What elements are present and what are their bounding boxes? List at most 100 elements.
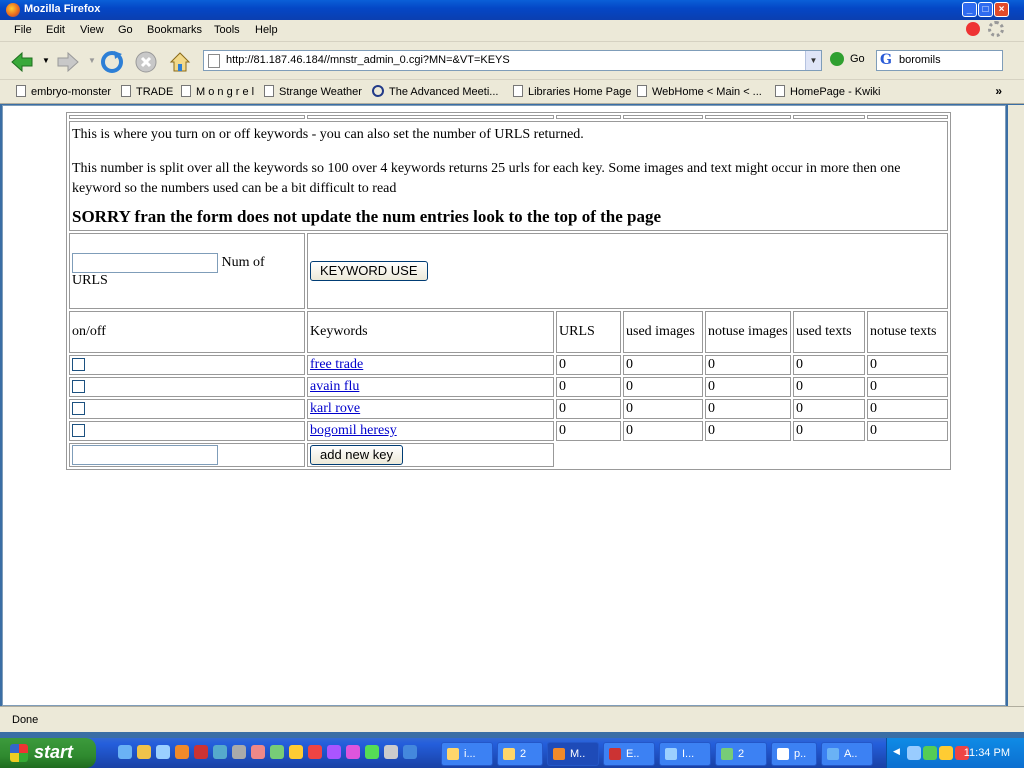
keyword-link[interactable]: avain flu bbox=[310, 379, 359, 394]
menu-view[interactable]: View bbox=[80, 24, 104, 36]
keyword-checkbox[interactable] bbox=[72, 380, 85, 394]
quicklaunch-app-icon[interactable] bbox=[194, 745, 208, 759]
taskbar-button[interactable]: M.. bbox=[547, 742, 599, 766]
quicklaunch-app-icon[interactable] bbox=[213, 745, 227, 759]
forward-dropdown-icon[interactable]: ▼ bbox=[88, 56, 96, 65]
system-tray: ◀ 11:34 PM bbox=[886, 738, 1024, 768]
clock: 11:34 PM bbox=[963, 747, 1010, 759]
bookmark-item[interactable]: The Advanced Meeti... bbox=[372, 85, 498, 98]
num-urls-input[interactable] bbox=[72, 253, 218, 273]
start-button[interactable]: start bbox=[0, 738, 96, 768]
window-title: Mozilla Firefox bbox=[24, 3, 101, 15]
tray-network-icon[interactable] bbox=[907, 746, 921, 760]
quicklaunch-firefox-icon[interactable] bbox=[175, 745, 189, 759]
menu-go[interactable]: Go bbox=[118, 24, 133, 36]
url-dropdown-icon[interactable]: ▼ bbox=[805, 51, 821, 70]
tray-app-icon[interactable] bbox=[923, 746, 937, 760]
spacer-cell bbox=[793, 115, 865, 119]
add-key-row: add new key bbox=[69, 443, 948, 467]
tray-app-icon[interactable] bbox=[939, 746, 953, 760]
quicklaunch-app-icon[interactable] bbox=[308, 745, 322, 759]
quicklaunch-app-icon[interactable] bbox=[251, 745, 265, 759]
reload-icon[interactable] bbox=[100, 50, 124, 74]
menu-help[interactable]: Help bbox=[255, 24, 278, 36]
bookmark-item[interactable]: TRADE bbox=[121, 85, 173, 98]
bookmarks-overflow-chevron-icon[interactable]: » bbox=[995, 84, 1002, 98]
urls-cell: 0 bbox=[556, 399, 621, 419]
maximize-button[interactable]: □ bbox=[978, 2, 993, 17]
table-row: avain flu 0 0 0 0 0 bbox=[69, 377, 948, 397]
keyword-checkbox[interactable] bbox=[72, 424, 85, 438]
vertical-scrollbar[interactable] bbox=[1008, 105, 1024, 706]
menu-edit[interactable]: Edit bbox=[46, 24, 65, 36]
bookmark-item[interactable]: Libraries Home Page bbox=[513, 85, 631, 98]
notuse-images-cell: 0 bbox=[705, 421, 791, 441]
taskbar-button[interactable]: 2 bbox=[497, 742, 543, 766]
bookmark-item[interactable]: embryo-monster bbox=[16, 85, 111, 98]
forward-arrow-icon[interactable] bbox=[56, 50, 80, 74]
url-bar[interactable]: http://81.187.46.184//mnstr_admin_0.cgi?… bbox=[203, 50, 822, 71]
taskbar-button[interactable]: p.. bbox=[771, 742, 817, 766]
quicklaunch-app-icon[interactable] bbox=[270, 745, 284, 759]
quicklaunch-app-icon[interactable] bbox=[232, 745, 246, 759]
page-icon bbox=[513, 85, 523, 97]
keyword-link[interactable]: bogomil heresy bbox=[310, 423, 397, 438]
keyword-use-cell: KEYWORD USE bbox=[307, 233, 948, 309]
keyword-link[interactable]: karl rove bbox=[310, 401, 360, 416]
quicklaunch-app-icon[interactable] bbox=[346, 745, 360, 759]
quicklaunch-app-icon[interactable] bbox=[403, 745, 417, 759]
menu-file[interactable]: File bbox=[14, 24, 32, 36]
keyword-checkbox[interactable] bbox=[72, 358, 85, 372]
bookmark-label: WebHome < Main < ... bbox=[652, 86, 762, 98]
used-texts-cell: 0 bbox=[793, 355, 865, 375]
menu-tools[interactable]: Tools bbox=[214, 24, 240, 36]
menu-bookmarks[interactable]: Bookmarks bbox=[147, 24, 202, 36]
quicklaunch-app-icon[interactable] bbox=[365, 745, 379, 759]
quicklaunch-app-icon[interactable] bbox=[289, 745, 303, 759]
header-notuse-images: notuse images bbox=[705, 311, 791, 353]
bookmark-item[interactable]: M o n g r e l bbox=[181, 85, 254, 98]
quicklaunch-app-icon[interactable] bbox=[384, 745, 398, 759]
taskbar-button[interactable]: A.. bbox=[821, 742, 873, 766]
home-icon[interactable] bbox=[168, 50, 192, 74]
new-key-input[interactable] bbox=[72, 445, 218, 465]
task-icon bbox=[665, 748, 677, 760]
add-new-key-button[interactable]: add new key bbox=[310, 445, 403, 465]
back-dropdown-icon[interactable]: ▼ bbox=[42, 56, 50, 65]
stop-sign-icon bbox=[966, 22, 980, 36]
quicklaunch-ie-icon[interactable] bbox=[118, 745, 132, 759]
header-notuse-texts: notuse texts bbox=[867, 311, 948, 353]
spacer-cell bbox=[623, 115, 703, 119]
used-images-cell: 0 bbox=[623, 377, 703, 397]
bookmark-item[interactable]: Strange Weather bbox=[264, 85, 362, 98]
stop-icon[interactable] bbox=[134, 50, 158, 74]
notuse-images-cell: 0 bbox=[705, 355, 791, 375]
back-arrow-icon[interactable] bbox=[10, 50, 34, 74]
taskbar-button[interactable]: 2 bbox=[715, 742, 767, 766]
go-arrow-icon bbox=[830, 52, 844, 66]
keyword-use-button[interactable]: KEYWORD USE bbox=[310, 261, 428, 281]
taskbar-button[interactable]: I... bbox=[659, 742, 711, 766]
bookmark-item[interactable]: WebHome < Main < ... bbox=[637, 85, 762, 98]
search-box[interactable]: G boromils bbox=[876, 50, 1003, 71]
quicklaunch-app-icon[interactable] bbox=[327, 745, 341, 759]
taskbar-button[interactable]: E.. bbox=[603, 742, 655, 766]
quicklaunch-desktop-icon[interactable] bbox=[156, 745, 170, 759]
google-search-icon: G bbox=[880, 52, 892, 68]
keyword-checkbox[interactable] bbox=[72, 402, 85, 416]
quicklaunch-folder-icon[interactable] bbox=[137, 745, 151, 759]
urls-cell: 0 bbox=[556, 421, 621, 441]
close-button[interactable]: × bbox=[994, 2, 1009, 17]
bookmark-item[interactable]: HomePage - Kwiki bbox=[775, 85, 880, 98]
header-urls: URLS bbox=[556, 311, 621, 353]
taskbar-button[interactable]: i... bbox=[441, 742, 493, 766]
minimize-button[interactable]: _ bbox=[962, 2, 977, 17]
keyword-link[interactable]: free trade bbox=[310, 357, 363, 372]
table-row: free trade 0 0 0 0 0 bbox=[69, 355, 948, 375]
firefox-icon bbox=[6, 3, 20, 17]
tray-expand-icon[interactable]: ◀ bbox=[893, 746, 900, 757]
num-urls-row: Num of URLS KEYWORD USE bbox=[69, 233, 948, 309]
go-button[interactable]: Go bbox=[830, 52, 865, 66]
spacer-cell bbox=[705, 115, 791, 119]
windows-logo-icon bbox=[10, 744, 28, 762]
